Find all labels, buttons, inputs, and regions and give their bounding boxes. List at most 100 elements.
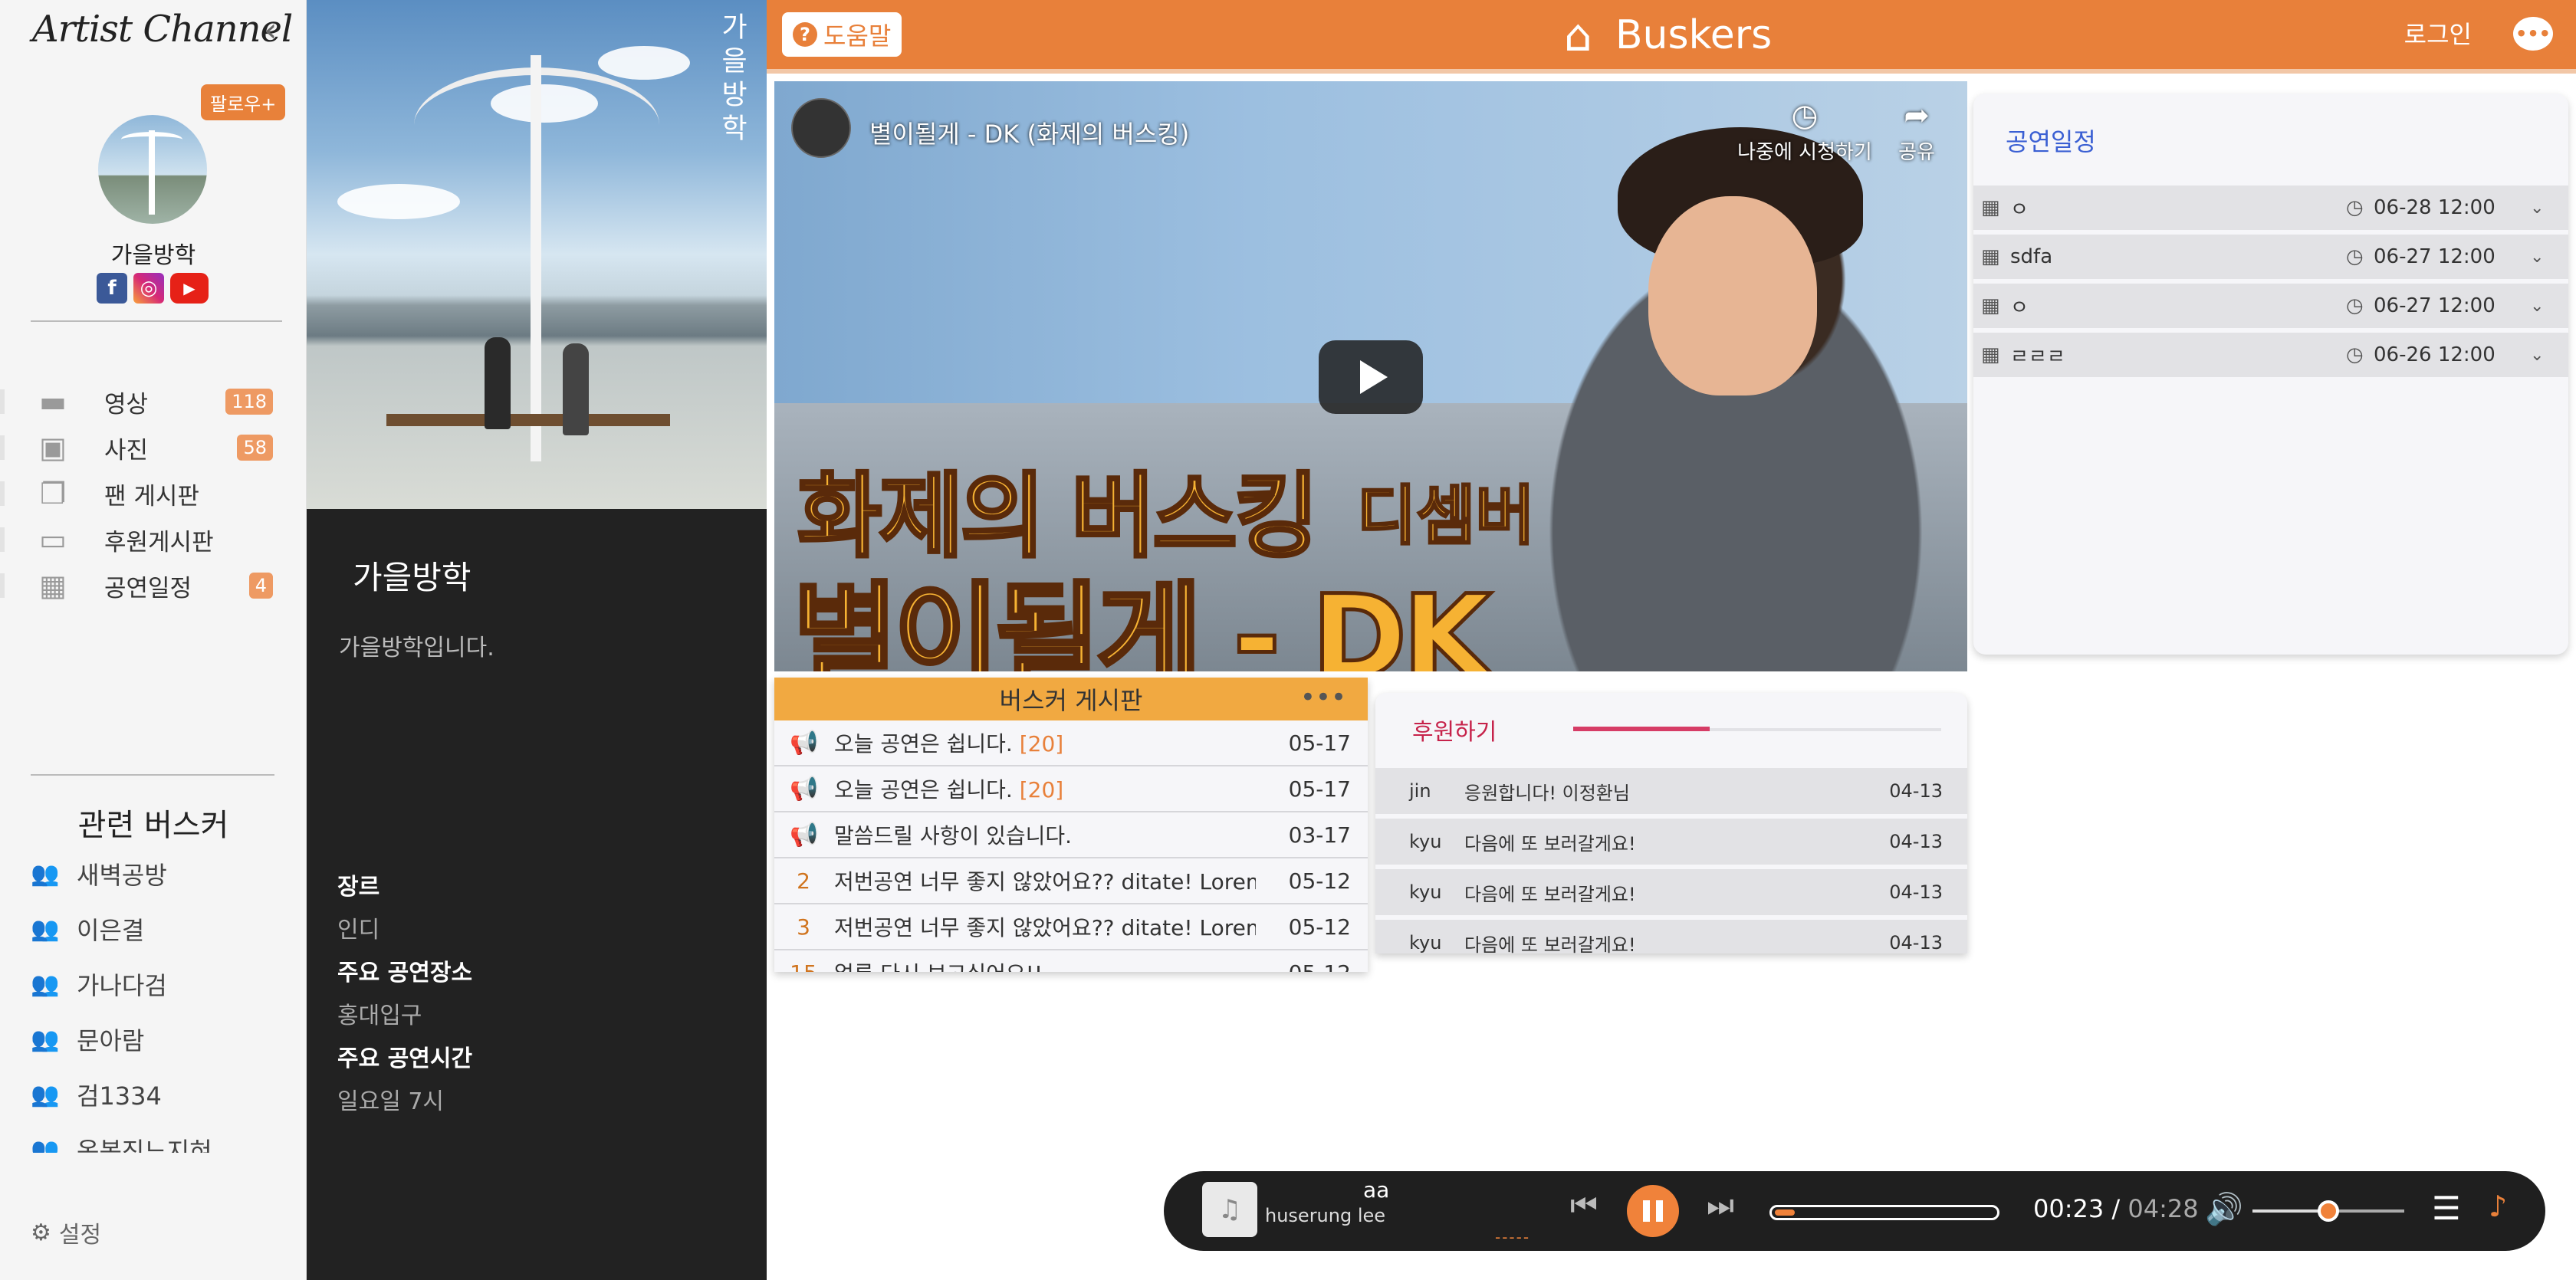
chevron-down-icon[interactable]: ⌄ — [2530, 297, 2544, 316]
instagram-icon[interactable]: ◎ — [133, 273, 164, 304]
post-number: 2 — [797, 868, 810, 894]
music-settings-icon[interactable]: ♪ — [2489, 1190, 2507, 1223]
board-row[interactable]: 📢 오늘 공연은 쉽니다. [20] 05-17 — [774, 766, 1368, 812]
current-time: 00:23 — [2033, 1194, 2104, 1223]
collapse-sidebar-icon[interactable]: ‹ — [264, 11, 278, 50]
board-title: 버스커 게시판 — [999, 686, 1143, 715]
track-title: aa — [1363, 1177, 1390, 1203]
related-buskers-list: 👥 새벽공방 👥 이은결 👥 가나다검 👥 문아람 👥 검1334 👥 옥봉진느지혀 — [31, 846, 291, 1154]
post-number: 15 — [788, 960, 819, 973]
video-player[interactable]: 별이될게 - DK (화제의 버스킹) ◷ 나중에 시청하기 ➦ 공유 화제의 … — [774, 81, 1967, 671]
support-tab-indicator — [1573, 727, 1941, 731]
support-row[interactable]: jin 응원합니다! 이정환님 04-13 — [1375, 768, 1967, 814]
users-icon: 👥 — [31, 1136, 60, 1154]
credit-card-icon: ▭ — [39, 523, 67, 556]
sidebar: Artist Channel ‹ 팔로우+ 가을방학 f ◎ ▶ ▬ 영상 11… — [0, 0, 307, 1280]
calendar-icon: ▦ — [1981, 294, 2000, 317]
sidebar-item-schedule[interactable]: ▦ 공연일정 4 — [0, 563, 307, 609]
schedule-item[interactable]: ▦ ㅇ ◷ 06-28 12:00 ⌄ — [1973, 185, 2568, 230]
next-track-icon[interactable]: ⏭ — [1707, 1188, 1734, 1223]
panel-title: 가을방학 — [353, 559, 472, 596]
related-busker-item[interactable]: 👥 새벽공방 — [31, 846, 291, 901]
playlist-icon[interactable]: ☰ — [2432, 1190, 2461, 1227]
pause-button[interactable] — [1627, 1185, 1679, 1237]
info-value: 홍대입구 — [337, 1003, 422, 1029]
related-busker-item[interactable]: 👥 이은결 — [31, 901, 291, 957]
share-button[interactable]: ➦ 공유 — [1878, 98, 1955, 165]
help-button[interactable]: ? 도움말 — [782, 12, 902, 57]
support-row[interactable]: kyu 다음에 또 보러갈게요! 04-13 — [1375, 920, 1967, 953]
board-row[interactable]: 3 저번공연 너무 좋지 않았어요?? ditate! Lorem ipsum … — [774, 904, 1368, 950]
users-icon: 👥 — [31, 970, 60, 998]
channel-avatar[interactable] — [791, 98, 851, 158]
sidebar-item-fan-board[interactable]: ❐ 팬 게시판 — [0, 471, 307, 517]
megaphone-icon: 📢 — [790, 729, 819, 757]
sidebar-item-label: 후원게시판 — [104, 528, 214, 556]
megaphone-icon: 📢 — [790, 775, 819, 802]
post-number: 3 — [797, 914, 810, 940]
related-busker-item[interactable]: 👥 가나다검 — [31, 957, 291, 1012]
related-busker-item[interactable]: 👥 문아람 — [31, 1012, 291, 1067]
app-title-group[interactable]: ⌂ Buskers — [1564, 9, 1772, 61]
artist-name: 가을방학 — [110, 242, 196, 269]
sidebar-item-label: 사진 — [104, 436, 149, 464]
support-row[interactable]: kyu 다음에 또 보러갈게요! 04-13 — [1375, 869, 1967, 915]
board-row[interactable]: 📢 오늘 공연은 쉽니다. [20] 05-17 — [774, 720, 1368, 766]
login-link[interactable]: 로그인 — [2404, 15, 2472, 51]
brand-logo: Artist Channel — [32, 8, 293, 51]
board-row[interactable]: 2 저번공연 너무 좋지 않았어요?? ditate! Lorem ipsum … — [774, 858, 1368, 904]
support-panel: 후원하기 jin 응원합니다! 이정환님 04-13 kyu 다음에 또 보러갈… — [1375, 693, 1967, 953]
board-row[interactable]: 📢 말씀드릴 사항이 있습니다. 03-17 — [774, 812, 1368, 858]
volume-icon[interactable]: 🔊 — [2205, 1191, 2243, 1227]
support-tab[interactable]: 후원하기 — [1412, 713, 1497, 747]
watch-later-button[interactable]: ◷ 나중에 시청하기 — [1713, 98, 1897, 165]
youtube-icon[interactable]: ▶ — [170, 273, 209, 304]
users-icon: 👥 — [31, 860, 60, 888]
follow-button[interactable]: 팔로우+ — [201, 84, 286, 120]
board-row[interactable]: 15 얼른 다시 보고싶어요!! 05-12 — [774, 950, 1368, 973]
track-marker: ----- — [1495, 1228, 1531, 1246]
seek-bar[interactable] — [1769, 1205, 1999, 1220]
album-thumbnail[interactable]: ♫ — [1202, 1182, 1257, 1237]
settings-button[interactable]: ⚙ 설정 — [31, 1216, 101, 1249]
volume-knob[interactable] — [2318, 1200, 2339, 1222]
info-key: 주요 공연시간 — [337, 1045, 473, 1072]
avatar — [98, 115, 207, 224]
count-badge: 118 — [225, 389, 273, 415]
chevron-down-icon[interactable]: ⌄ — [2530, 248, 2544, 267]
schedule-item[interactable]: ▦ ㄹㄹㄹ ◷ 06-26 12:00 ⌄ — [1973, 333, 2568, 377]
chat-icon[interactable]: ••• — [2513, 17, 2553, 51]
clock-icon: ◷ — [2346, 245, 2364, 268]
video-caption: 별이될게 - DK — [790, 569, 1493, 672]
copy-icon: ❐ — [39, 477, 67, 510]
calendar-icon: ▦ — [39, 569, 67, 602]
volume-slider[interactable] — [2252, 1200, 2404, 1222]
sidebar-item-label: 팬 게시판 — [104, 482, 199, 510]
clock-icon: ◷ — [2346, 294, 2364, 317]
top-header: ? 도움말 ⌂ Buskers 로그인 ••• — [767, 0, 2576, 69]
seek-bar-fill — [1775, 1209, 1795, 1216]
play-button[interactable] — [1319, 340, 1423, 414]
related-buskers-title: 관련 버스커 — [77, 808, 229, 843]
info-value: 일요일 7시 — [337, 1088, 445, 1115]
related-busker-item[interactable]: 👥 옥봉진느지혀 — [31, 1122, 291, 1154]
related-busker-item[interactable]: 👥 검1334 — [31, 1067, 291, 1122]
support-row[interactable]: kyu 다음에 또 보러갈게요! 04-13 — [1375, 819, 1967, 865]
schedule-item[interactable]: ▦ ㅇ ◷ 06-27 12:00 ⌄ — [1973, 284, 2568, 328]
app-title: Buskers — [1615, 12, 1773, 58]
video-caption: 디셈버 — [1356, 478, 1536, 555]
comment-count: [20] — [1019, 731, 1064, 757]
video-title[interactable]: 별이될게 - DK (화제의 버스킹) — [869, 115, 1189, 150]
more-icon[interactable]: ••• — [1300, 682, 1346, 713]
previous-track-icon[interactable]: ⏮ — [1570, 1188, 1598, 1223]
sidebar-item-support-board[interactable]: ▭ 후원게시판 — [0, 517, 307, 563]
schedule-item[interactable]: ▦ sdfa ◷ 06-27 12:00 ⌄ — [1973, 235, 2568, 279]
chevron-down-icon[interactable]: ⌄ — [2530, 199, 2544, 218]
board-header: 버스커 게시판 ••• — [774, 678, 1368, 720]
chevron-down-icon[interactable]: ⌄ — [2530, 346, 2544, 365]
cover-title: 가을방학 — [716, 12, 748, 147]
gear-icon: ⚙ — [31, 1219, 51, 1246]
sidebar-item-videos[interactable]: ▬ 영상 118 — [0, 379, 307, 425]
sidebar-item-photos[interactable]: ▣ 사진 58 — [0, 425, 307, 471]
facebook-icon[interactable]: f — [97, 273, 127, 304]
